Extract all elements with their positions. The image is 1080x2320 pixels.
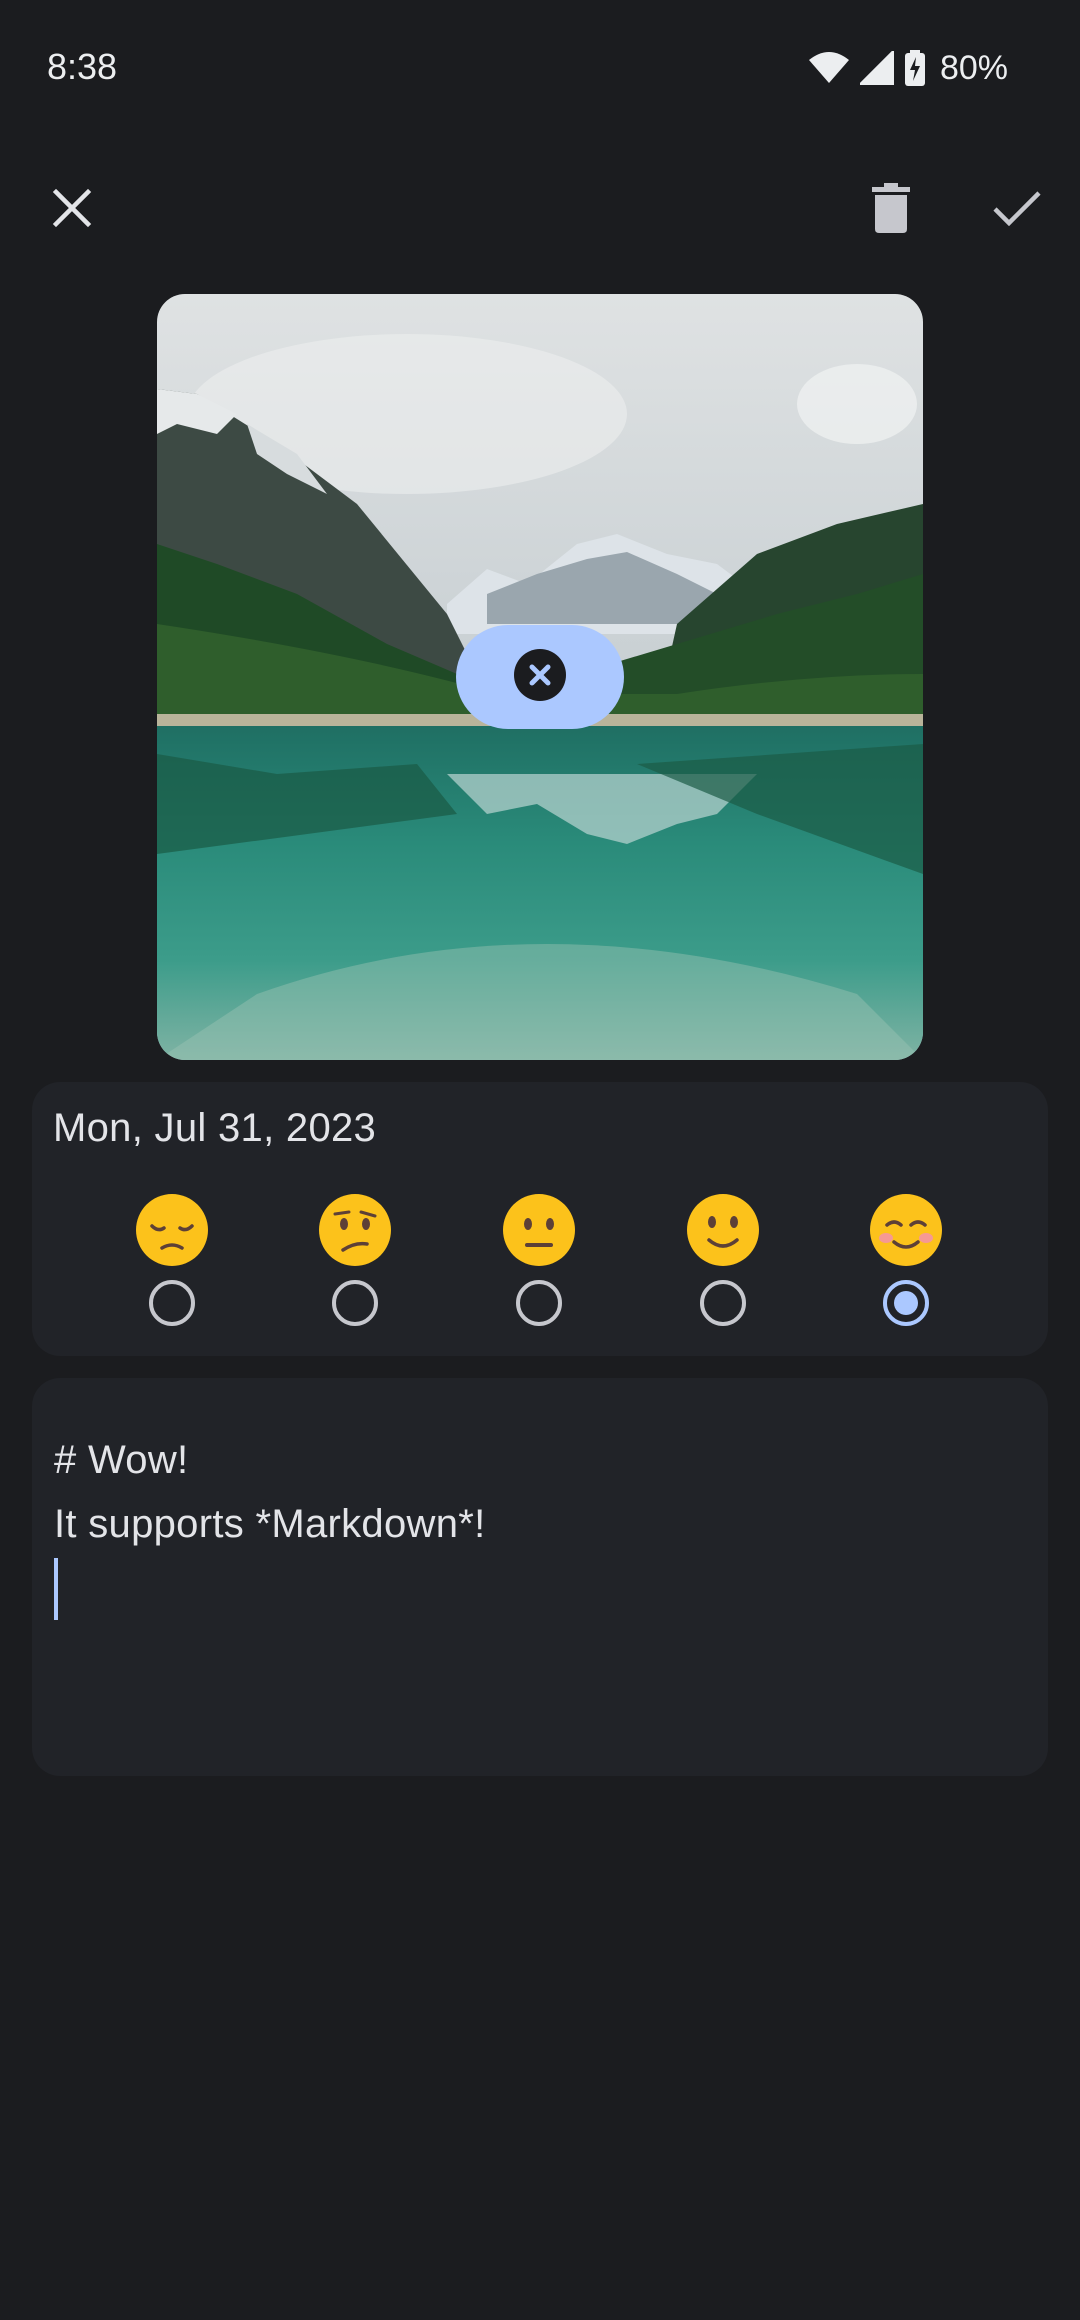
mood-radio-3[interactable] [516,1280,562,1326]
remove-circle-icon [514,648,566,706]
delete-icon [871,182,911,238]
mood-option-3[interactable] [479,1192,599,1342]
close-button[interactable] [22,160,122,260]
note-text-field[interactable]: # Wow! It supports *Markdown*! [54,1428,1026,1756]
neutral-face-icon [503,1194,575,1266]
confused-face-icon [319,1194,391,1266]
battery-charging-icon [904,50,926,86]
battery-percentage: 80% [939,48,1008,87]
delete-button[interactable] [841,160,941,260]
mood-radio-1[interactable] [149,1280,195,1326]
mood-option-4[interactable] [663,1192,783,1342]
mood-card: Mon, Jul 31, 2023 [32,1082,1048,1356]
mood-radio-4[interactable] [700,1280,746,1326]
smiling-blushing-face-icon [870,1194,942,1266]
save-button[interactable] [967,160,1067,260]
remove-photo-button[interactable] [456,625,624,729]
note-line-2: It supports *Markdown*! [54,1502,486,1546]
mood-option-5[interactable] [846,1192,966,1342]
text-cursor [54,1558,58,1620]
check-icon [993,190,1041,231]
status-bar: 8:38 80% [0,0,1080,140]
status-time: 8:38 [47,46,118,87]
mood-radio-5[interactable] [883,1280,929,1326]
pensive-face-icon [136,1194,208,1266]
cellular-signal-icon [859,51,894,85]
status-icons: 80% [808,48,1008,88]
close-icon [52,188,92,233]
note-card: # Wow! It supports *Markdown*! [32,1378,1048,1776]
note-line-1: # Wow! [54,1438,189,1482]
wifi-icon [808,52,850,84]
top-app-bar [0,160,1080,260]
mood-option-2[interactable] [295,1192,415,1342]
mood-radio-2[interactable] [332,1280,378,1326]
mood-option-1[interactable] [112,1192,232,1342]
slightly-smiling-face-icon [687,1194,759,1266]
entry-date[interactable]: Mon, Jul 31, 2023 [53,1106,376,1151]
